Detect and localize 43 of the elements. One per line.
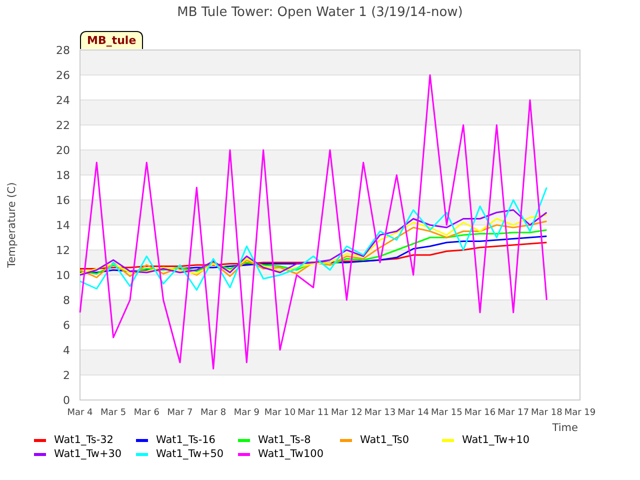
x-tick-label: Mar 13 [364,408,396,418]
y-tick-label: 12 [56,244,70,257]
x-tick-label: Mar 5 [100,408,126,418]
x-tick-label: Mar 16 [464,408,496,418]
x-tick-label: Mar 8 [200,408,226,418]
x-tick-label: Mar 4 [67,408,93,418]
legend-label: Wat1_Tw+10 [462,434,530,446]
y-tick-label: 2 [63,369,70,382]
x-axis-label: Time [552,422,578,434]
legend-label: Wat1_Tw100 [258,448,324,460]
x-tick-label: Mar 15 [431,408,462,418]
y-tick-label: 16 [56,194,70,207]
station-badge: MB_tule [80,31,144,49]
chart-title: MB Tule Tower: Open Water 1 (3/19/14-now) [176,4,464,22]
legend-label: Wat1_Ts0 [360,434,410,446]
x-tick-label: Mar 19 [564,408,596,418]
y-tick-label: 24 [56,94,70,107]
x-tick-label: Mar 14 [398,408,429,418]
legend-label: Wat1_Tw+50 [156,448,224,460]
y-tick-label: 10 [56,269,70,282]
y-tick-label: 6 [63,319,70,332]
legend-label: Wat1_Ts-16 [156,434,216,446]
y-axis-label: Temperature (C) [6,182,18,268]
x-tick-label: Mar 11 [298,408,329,418]
x-tick-label: Mar 9 [234,408,260,418]
y-tick-label: 18 [56,169,70,182]
x-tick-label: Mar 17 [498,408,529,418]
x-tick-label: Mar 6 [134,408,160,418]
y-tick-label: 22 [56,119,70,132]
y-tick-label: 28 [56,44,70,57]
y-tick-label: 0 [63,394,70,407]
legend-label: Wat1_Ts-8 [258,434,311,446]
x-tick-label: Mar 7 [167,408,193,418]
y-tick-label: 14 [56,219,70,232]
x-tick-label: Mar 10 [264,408,296,418]
y-tick-label: 26 [56,69,70,82]
x-tick-label: Mar 18 [531,408,562,418]
legend-label: Wat1_Tw+30 [54,448,122,460]
x-tick-label: Mar 12 [331,408,362,418]
y-tick-label: 20 [56,144,70,157]
y-tick-label: 4 [63,344,70,357]
y-tick-label: 8 [63,294,70,307]
legend-label: Wat1_Ts-32 [54,434,114,446]
